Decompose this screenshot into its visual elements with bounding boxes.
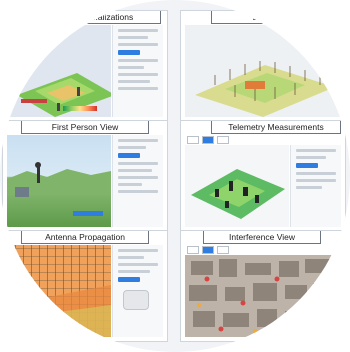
toggle-button[interactable] [118,153,140,158]
panel-title: Telemetry Measurements [211,121,341,134]
settings-sidebar [112,135,163,227]
apply-button[interactable] [118,50,140,55]
panel-telemetry-measurements: Telemetry Measurements [180,120,346,232]
tool-button[interactable] [187,246,199,254]
telemetry-render [191,169,285,219]
settings-sidebar [112,245,163,337]
panel-title: Antenna Propagation [21,231,149,244]
elevation-render [195,61,335,117]
panel-title: Interference View [203,231,321,244]
panel-interference-view: Interference View [180,230,346,342]
terrain-render [17,73,111,117]
panel-title: ...alizations [63,11,161,24]
color-legend [63,106,97,111]
settings-sidebar [112,25,163,117]
map-view[interactable] [7,25,111,117]
panel-visualizations: ...alizations [2,10,168,122]
map-view[interactable] [7,245,111,337]
tool-button[interactable] [217,246,229,254]
map-view[interactable] [185,25,341,117]
tool-button[interactable] [202,246,214,254]
view-toolbar [187,246,229,254]
panel-antenna-propagation: Antenna Propagation [2,230,168,342]
propagation-render [7,285,111,337]
tool-button[interactable] [187,136,199,144]
apply-button[interactable] [296,163,318,168]
panel-title: First Person View [21,121,149,134]
tool-button[interactable] [217,136,229,144]
panel-elevation: E... [180,10,346,122]
map-view[interactable] [7,135,111,227]
settings-sidebar [290,145,341,227]
tool-button[interactable] [202,136,214,144]
map-view[interactable] [185,145,289,227]
panel-title: E... [211,11,307,24]
panel-first-person-view: First Person View [2,120,168,232]
antenna-device-icon [123,290,149,310]
interference-render [189,259,337,333]
view-toolbar [187,136,229,144]
first-person-render [7,162,111,216]
montage-circle: ...alizations E... First Person View Tel… [0,0,350,352]
map-view[interactable] [185,255,341,337]
apply-button[interactable] [118,277,140,282]
